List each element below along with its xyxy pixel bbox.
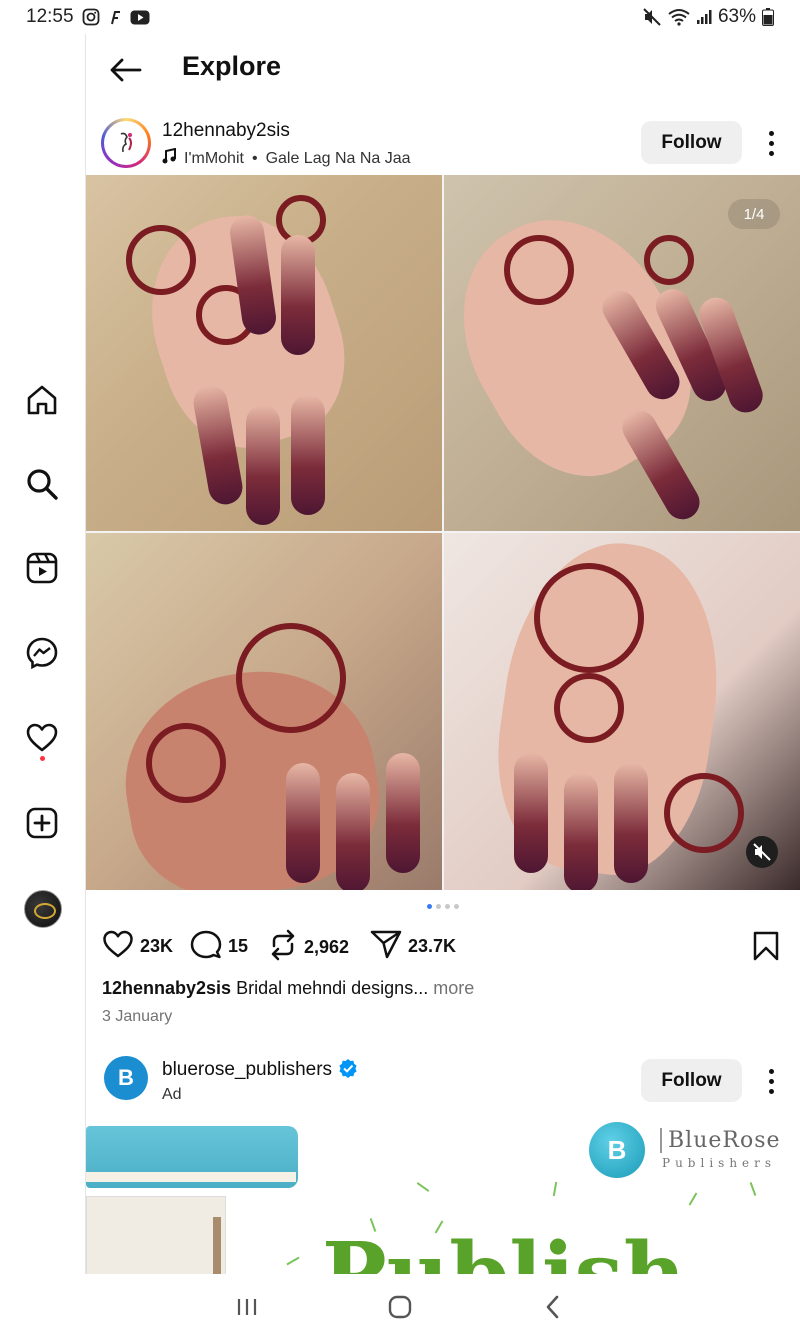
- ad-media[interactable]: B BlueRose Publishers Publish: [86, 1114, 800, 1274]
- wifi-icon: [668, 8, 690, 26]
- profile-avatar[interactable]: [24, 890, 62, 928]
- create-icon[interactable]: [22, 803, 62, 843]
- audio-artist: I'mMohit: [184, 149, 244, 167]
- flipkart-icon: [108, 9, 122, 25]
- system-nav-bar: [0, 1274, 800, 1340]
- ad-label: Ad: [162, 1086, 182, 1103]
- comment-count: 15: [228, 936, 249, 956]
- heart-icon[interactable]: [102, 929, 134, 964]
- bluerose-logo: B: [589, 1122, 645, 1178]
- ad-headline: Publish: [322, 1232, 686, 1275]
- more-options-icon-ad[interactable]: [756, 1064, 786, 1098]
- page-title: Explore: [182, 51, 282, 81]
- comment-action[interactable]: 15: [190, 929, 248, 964]
- caption-more-link[interactable]: more: [433, 978, 474, 998]
- comment-icon[interactable]: [190, 929, 222, 964]
- youtube-icon: [130, 10, 150, 25]
- ad-post-header: B bluerose_publishers Ad Follow: [86, 1050, 800, 1112]
- audio-info[interactable]: I'mMohit • Gale Lag Na Na Jaa: [162, 147, 411, 169]
- post-username[interactable]: 12hennaby2sis: [162, 120, 290, 142]
- more-options-icon[interactable]: [756, 126, 786, 160]
- send-icon[interactable]: [370, 929, 402, 964]
- post-header: 12hennaby2sis I'mMohit • Gale Lag Na Na …: [86, 112, 800, 174]
- henna-image-4: [444, 533, 800, 890]
- music-note-icon: [162, 147, 176, 169]
- notification-dot: [40, 756, 45, 761]
- audio-track: Gale Lag Na Na Jaa: [265, 149, 411, 167]
- share-count: 23.7K: [408, 936, 457, 956]
- follow-button-ad[interactable]: Follow: [641, 1059, 742, 1102]
- post-date: 3 January: [102, 1008, 173, 1025]
- carousel-indicator: [86, 904, 800, 909]
- signal-icon: [696, 9, 712, 25]
- home-icon[interactable]: [22, 380, 62, 420]
- book-illustration: [86, 1126, 298, 1188]
- post-actions: 23K 15 2,962 23.7K: [86, 929, 800, 969]
- ad-username[interactable]: bluerose_publishers: [162, 1058, 358, 1081]
- post-media-carousel[interactable]: 1/4: [86, 175, 800, 890]
- follow-button[interactable]: Follow: [641, 121, 742, 164]
- ad-avatar[interactable]: B: [104, 1056, 148, 1100]
- recent-apps-icon[interactable]: [227, 1287, 267, 1327]
- verified-badge-icon: [338, 1058, 358, 1078]
- instagram-icon: [82, 8, 100, 26]
- nav-rail: [0, 34, 86, 1274]
- header: Explore: [86, 34, 800, 104]
- post-avatar[interactable]: [101, 118, 151, 168]
- explore-feed: Explore 12hennaby2sis I'mMohit • Gale La…: [86, 34, 800, 1274]
- status-time: 12:55: [26, 6, 74, 27]
- battery-percent: 63%: [717, 6, 756, 27]
- henna-image-1: [86, 175, 442, 531]
- audio-separator: •: [251, 149, 258, 167]
- caption-username[interactable]: 12hennaby2sis: [102, 978, 231, 998]
- share-action[interactable]: 23.7K: [370, 929, 456, 964]
- repost-count: 2,962: [304, 937, 350, 957]
- battery-icon: [762, 8, 774, 26]
- like-count: 23K: [140, 936, 174, 956]
- system-back-icon[interactable]: [533, 1287, 573, 1327]
- status-bar: 12:55 63%: [0, 0, 800, 34]
- caption-text: Bridal mehndi designs...: [236, 978, 429, 998]
- henna-image-2: 1/4: [444, 175, 800, 531]
- brand-subtitle: Publishers: [662, 1156, 777, 1170]
- search-icon[interactable]: [22, 464, 62, 504]
- heart-icon[interactable]: [22, 718, 62, 758]
- messenger-icon[interactable]: [22, 633, 62, 673]
- image-counter: 1/4: [728, 199, 780, 229]
- repost-icon[interactable]: [268, 929, 298, 966]
- repost-action[interactable]: 2,962: [268, 929, 349, 966]
- brand-name: BlueRose: [660, 1128, 781, 1153]
- reels-icon[interactable]: [22, 548, 62, 588]
- mute-icon: [642, 7, 662, 27]
- ad-username-text: bluerose_publishers: [162, 1059, 333, 1080]
- sound-off-icon[interactable]: [746, 836, 778, 868]
- henna-image-3: [86, 533, 442, 890]
- book-illustration-2: [86, 1196, 226, 1274]
- bookmark-icon[interactable]: [752, 931, 780, 966]
- post-caption[interactable]: 12hennaby2sis Bridal mehndi designs... m…: [102, 978, 474, 999]
- back-arrow-icon[interactable]: [108, 54, 144, 86]
- home-button-icon[interactable]: [380, 1287, 420, 1327]
- like-action[interactable]: 23K: [102, 929, 173, 964]
